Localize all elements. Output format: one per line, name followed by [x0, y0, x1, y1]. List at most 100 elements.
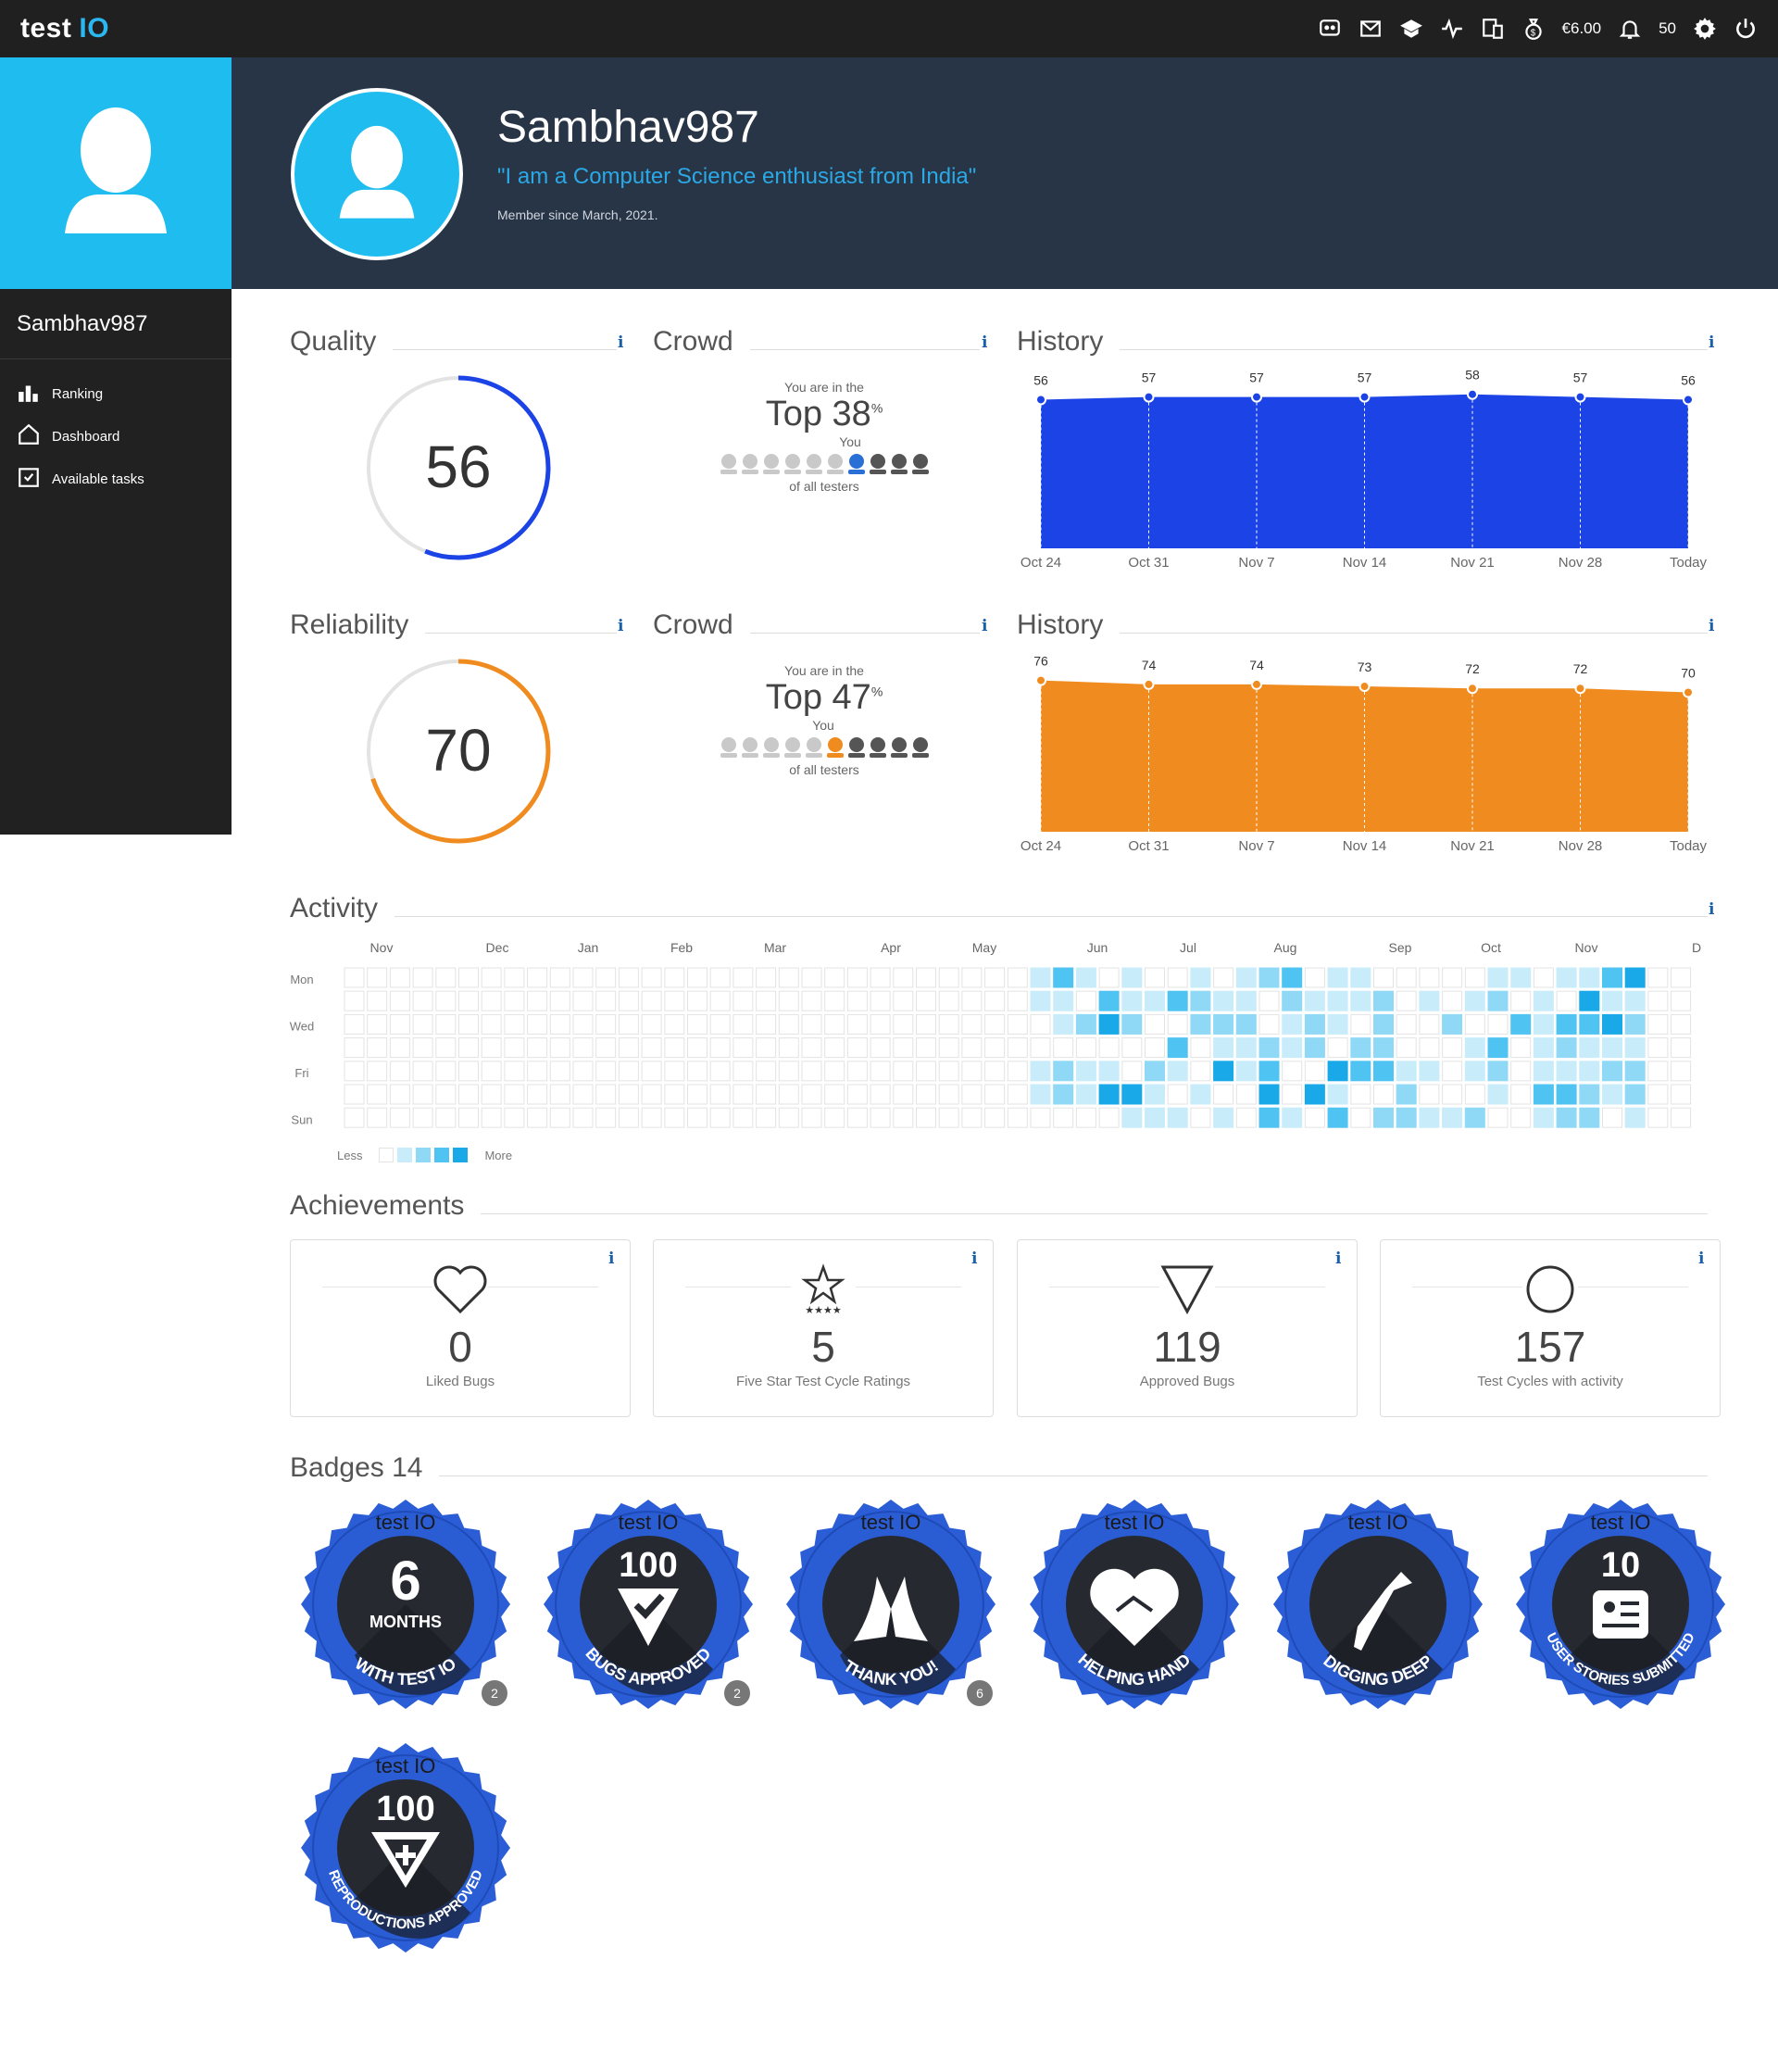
activity-cell[interactable] [1579, 1013, 1600, 1035]
activity-cell[interactable] [916, 990, 936, 1011]
activity-cell[interactable] [641, 967, 662, 988]
history-info-icon[interactable]: i [1709, 333, 1714, 352]
activity-cell[interactable] [1556, 1084, 1577, 1105]
activity-cell[interactable] [1350, 1084, 1371, 1105]
activity-cell[interactable] [572, 1013, 594, 1035]
history-point[interactable] [1467, 388, 1478, 400]
activity-cell[interactable] [1030, 967, 1051, 988]
activity-cell[interactable] [1671, 990, 1692, 1011]
helping-hand-badge-icon[interactable]: test IO HELPING HAND [1028, 1498, 1241, 1711]
activity-cell[interactable] [664, 1061, 685, 1082]
activity-cell[interactable] [938, 1013, 959, 1035]
history-point[interactable] [1359, 681, 1371, 693]
activity-cell[interactable] [1282, 967, 1303, 988]
history-point[interactable] [1467, 683, 1478, 695]
activity-cell[interactable] [938, 1061, 959, 1082]
activity-cell[interactable] [1327, 1107, 1348, 1128]
activity-cell[interactable] [1007, 1107, 1028, 1128]
crowd-info-icon[interactable]: i [982, 333, 987, 352]
activity-cell[interactable] [938, 990, 959, 1011]
activity-cell[interactable] [1304, 990, 1325, 1011]
activity-cell[interactable] [595, 967, 617, 988]
activity-cell[interactable] [572, 1061, 594, 1082]
activity-cell[interactable] [1190, 1013, 1211, 1035]
activity-cell[interactable] [756, 967, 777, 988]
activity-cell[interactable] [1098, 1013, 1120, 1035]
activity-cell[interactable] [756, 1107, 777, 1128]
activity-cell[interactable] [1121, 990, 1143, 1011]
activity-cell[interactable] [527, 1107, 548, 1128]
activity-cell[interactable] [389, 990, 410, 1011]
history-point[interactable] [1143, 678, 1155, 690]
activity-cell[interactable] [367, 990, 388, 1011]
activity-cell[interactable] [1304, 1061, 1325, 1082]
activity-cell[interactable] [549, 990, 570, 1011]
bell-icon[interactable] [1618, 17, 1642, 41]
activity-cell[interactable] [1396, 1084, 1417, 1105]
activity-cell[interactable] [1647, 1084, 1669, 1105]
activity-cell[interactable] [1671, 1037, 1692, 1059]
activity-cell[interactable] [1671, 1061, 1692, 1082]
activity-cell[interactable] [709, 1084, 731, 1105]
activity-cell[interactable] [367, 1084, 388, 1105]
activity-cell[interactable] [1602, 1013, 1622, 1035]
activity-cell[interactable] [1556, 1037, 1577, 1059]
activity-cell[interactable] [984, 1037, 1006, 1059]
activity-cell[interactable] [1556, 990, 1577, 1011]
activity-cell[interactable] [1145, 990, 1165, 1011]
activity-cell[interactable] [1373, 1061, 1394, 1082]
activity-cell[interactable] [367, 967, 388, 988]
activity-cell[interactable] [1533, 990, 1554, 1011]
activity-cell[interactable] [1030, 1013, 1051, 1035]
activity-cell[interactable] [549, 1107, 570, 1128]
activity-cell[interactable] [1258, 1037, 1280, 1059]
activity-cell[interactable] [961, 1061, 983, 1082]
activity-cell[interactable] [1121, 1084, 1143, 1105]
activity-cell[interactable] [481, 1107, 502, 1128]
activity-cell[interactable] [504, 1084, 525, 1105]
activity-cell[interactable] [618, 1084, 639, 1105]
activity-cell[interactable] [1235, 1084, 1257, 1105]
activity-cell[interactable] [984, 1107, 1006, 1128]
activity-cell[interactable] [641, 1107, 662, 1128]
activity-cell[interactable] [1030, 1084, 1051, 1105]
graduation-cap-icon[interactable] [1399, 17, 1423, 41]
activity-cell[interactable] [961, 1084, 983, 1105]
activity-cell[interactable] [1145, 967, 1165, 988]
activity-cell[interactable] [1258, 1061, 1280, 1082]
user-stories-badge-icon[interactable]: test IO USER STORIES SUBMITTED 10 [1514, 1498, 1727, 1711]
activity-cell[interactable] [1075, 1084, 1096, 1105]
activity-cell[interactable] [641, 990, 662, 1011]
activity-cell[interactable] [687, 990, 707, 1011]
activity-cell[interactable] [846, 1084, 868, 1105]
achievement-test-cycles[interactable]: i 157 Test Cycles with activity [1380, 1239, 1721, 1417]
activity-cell[interactable] [1396, 1107, 1417, 1128]
activity-cell[interactable] [389, 1037, 410, 1059]
thank-you-badge-icon[interactable]: test IO THANK YOU! 6 [784, 1498, 997, 1711]
activity-cell[interactable] [435, 1061, 457, 1082]
activity-cell[interactable] [344, 1107, 365, 1128]
activity-cell[interactable] [1556, 1013, 1577, 1035]
activity-cell[interactable] [572, 967, 594, 988]
activity-cell[interactable] [1487, 1061, 1509, 1082]
digging-deep-badge-icon[interactable]: test IO DIGGING DEEP [1271, 1498, 1484, 1711]
activity-cell[interactable] [1487, 967, 1509, 988]
activity-cell[interactable] [412, 990, 433, 1011]
activity-cell[interactable] [1145, 1037, 1165, 1059]
activity-cell[interactable] [618, 1107, 639, 1128]
activity-cell[interactable] [344, 1084, 365, 1105]
activity-cell[interactable] [756, 1013, 777, 1035]
activity-cell[interactable] [1510, 1061, 1532, 1082]
activity-cell[interactable] [1442, 1037, 1463, 1059]
activity-cell[interactable] [1213, 967, 1234, 988]
activity-cell[interactable] [367, 1013, 388, 1035]
achievement-liked-bugs[interactable]: i 0 Liked Bugs [290, 1239, 631, 1417]
activity-cell[interactable] [1579, 967, 1600, 988]
activity-cell[interactable] [412, 1061, 433, 1082]
activity-cell[interactable] [732, 1107, 754, 1128]
activity-cell[interactable] [1556, 1061, 1577, 1082]
testio-logo[interactable]: test IO [20, 13, 109, 44]
activity-cell[interactable] [1282, 1084, 1303, 1105]
activity-cell[interactable] [1098, 1061, 1120, 1082]
activity-cell[interactable] [1396, 990, 1417, 1011]
